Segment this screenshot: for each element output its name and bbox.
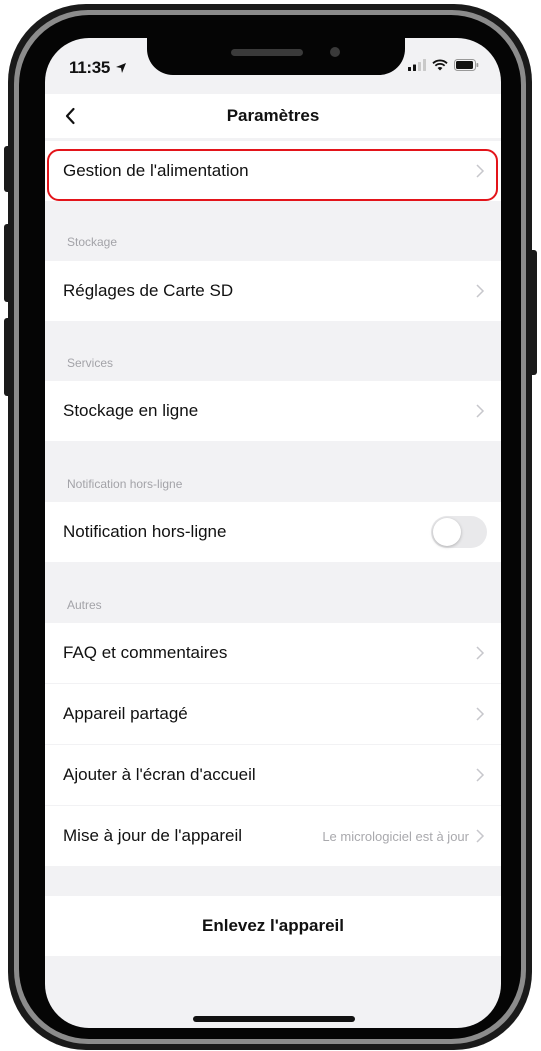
front-camera <box>330 47 340 57</box>
section-header-others: Autres <box>67 598 102 612</box>
row-label-sd-card: Réglages de Carte SD <box>63 281 234 300</box>
battery-icon <box>454 59 479 71</box>
speaker <box>231 49 303 56</box>
row-faq-feedback[interactable]: FAQ et commentaires <box>45 623 501 683</box>
remove-device-button[interactable]: Enlevez l'appareil <box>45 896 501 956</box>
screen: 11:35 Paramètres Gestion de l'alimentati… <box>45 38 501 1028</box>
row-label-home-screen: Ajouter à l'écran d'accueil <box>63 765 256 784</box>
volume-up-button <box>4 224 14 302</box>
volume-down-button <box>4 318 14 396</box>
row-sd-card-settings[interactable]: Réglages de Carte SD <box>45 261 501 321</box>
remove-device-label: Enlevez l'appareil <box>202 916 344 935</box>
chevron-right-icon <box>476 707 485 721</box>
row-device-update[interactable]: Mise à jour de l'appareil Le micrologici… <box>45 806 501 866</box>
navigation-bar: Paramètres <box>45 94 501 138</box>
highlight-box <box>47 149 498 201</box>
action-button <box>4 146 14 192</box>
power-button <box>527 250 537 375</box>
status-time: 11:35 <box>69 58 127 78</box>
wifi-icon <box>432 59 448 71</box>
chevron-right-icon <box>476 768 485 782</box>
chevron-right-icon <box>476 646 485 660</box>
row-offline-notification: Notification hors-ligne <box>45 502 501 562</box>
cellular-signal-icon <box>408 59 426 71</box>
toggle-knob <box>433 518 461 546</box>
status-time-text: 11:35 <box>69 58 111 77</box>
row-add-to-home-screen[interactable]: Ajouter à l'écran d'accueil <box>45 745 501 805</box>
chevron-right-icon <box>476 404 485 418</box>
offline-notification-toggle[interactable] <box>431 516 487 548</box>
row-label-offline-notification: Notification hors-ligne <box>63 522 227 541</box>
home-indicator <box>193 1016 355 1022</box>
row-label-faq: FAQ et commentaires <box>63 643 228 662</box>
section-header-offline: Notification hors-ligne <box>67 477 183 491</box>
row-shared-device[interactable]: Appareil partagé <box>45 684 501 744</box>
chevron-right-icon <box>476 829 485 843</box>
status-icons <box>408 58 479 72</box>
location-arrow-icon <box>116 63 127 73</box>
row-label-shared-device: Appareil partagé <box>63 704 188 723</box>
notch <box>147 38 405 75</box>
firmware-status: Le micrologiciel est à jour <box>322 828 469 844</box>
row-label-cloud-storage: Stockage en ligne <box>63 401 199 420</box>
chevron-right-icon <box>476 284 485 298</box>
page-title: Paramètres <box>226 106 320 125</box>
row-label-device-update: Mise à jour de l'appareil <box>63 826 243 845</box>
section-header-services: Services <box>67 356 114 370</box>
row-cloud-storage[interactable]: Stockage en ligne <box>45 381 501 441</box>
section-header-storage: Stockage <box>67 235 118 249</box>
